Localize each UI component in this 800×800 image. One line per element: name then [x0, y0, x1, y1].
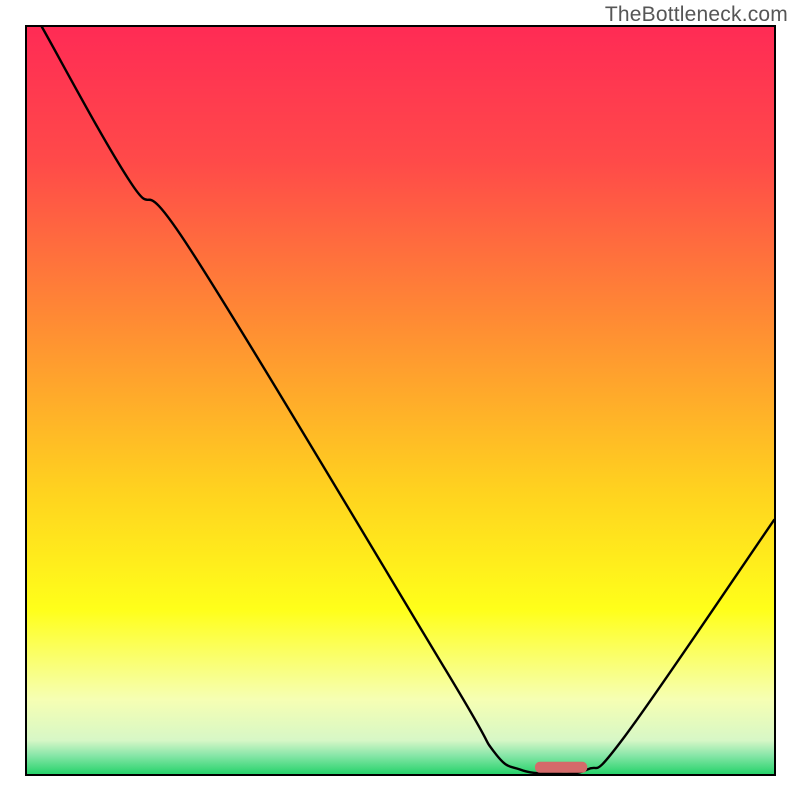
optimal-marker	[535, 762, 587, 773]
bottleneck-chart	[0, 0, 800, 800]
chart-gradient-background	[27, 27, 774, 774]
